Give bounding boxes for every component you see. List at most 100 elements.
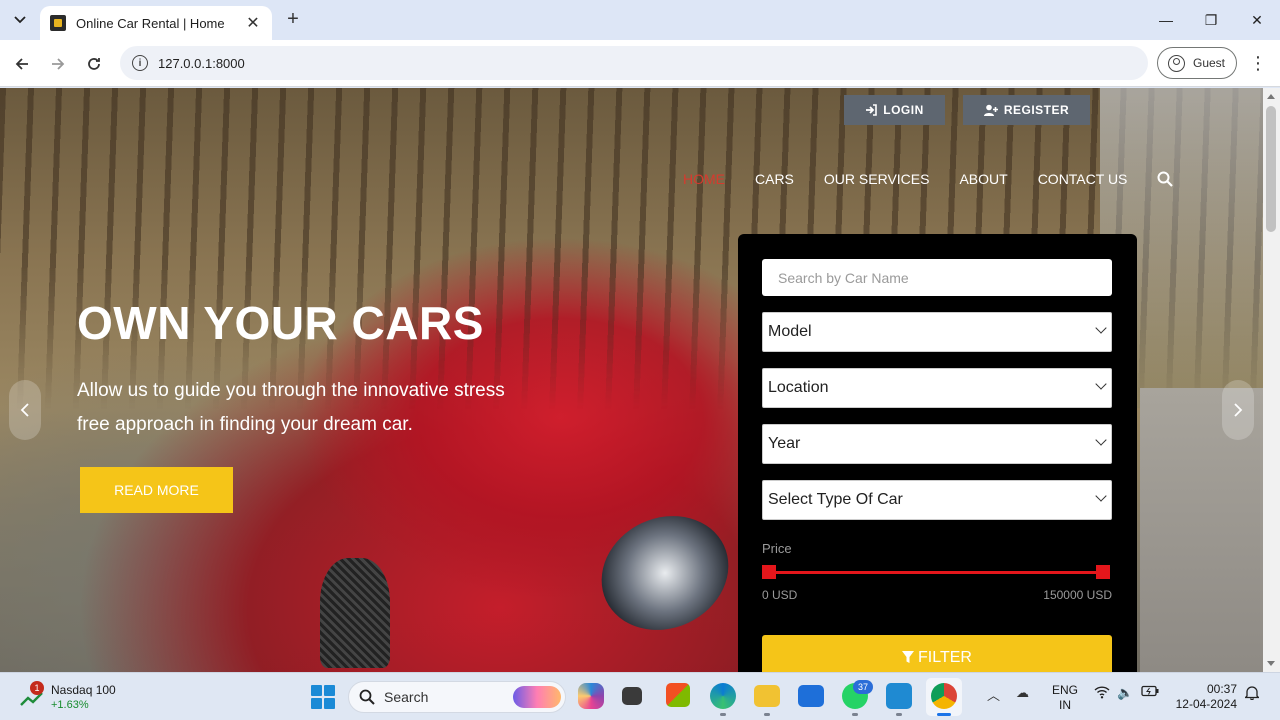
windows-logo-icon [311,685,322,696]
price-max-handle[interactable] [1096,565,1110,579]
vscode-icon[interactable] [886,683,912,709]
language-region: IN [1059,698,1071,712]
location-select-value: Location [768,379,829,396]
chevron-down-icon [1095,434,1107,446]
scroll-up-icon[interactable] [1267,94,1275,99]
price-slider-track[interactable] [769,571,1103,574]
price-max-value: 150000 USD [1043,588,1112,602]
filter-button-label: FILTER [918,648,972,666]
car-grille-image [320,558,390,668]
car-type-select-value: Select Type Of Car [768,491,903,508]
register-button[interactable]: REGISTER [963,95,1090,125]
nav-about[interactable]: ABOUT [959,171,1007,187]
carousel-prev-button[interactable] [9,380,41,440]
location-select[interactable]: Location [762,368,1112,408]
restore-button[interactable]: ❐ [1188,6,1234,34]
running-indicator [720,713,726,716]
start-button[interactable] [311,685,335,709]
arrow-right-icon [52,58,65,70]
volume-icon[interactable]: 🔈 [1117,685,1133,701]
reload-button[interactable] [80,50,108,78]
url-text[interactable]: 127.0.0.1:8000 [158,56,245,71]
copilot-icon[interactable] [578,683,604,709]
taskbar-search[interactable]: Search [348,681,566,713]
price-min-handle[interactable] [762,565,776,579]
new-tab-button[interactable]: + [282,8,304,32]
funnel-icon [902,651,915,663]
register-label: REGISTER [1003,103,1070,117]
language-indicator[interactable]: ENG IN [1052,683,1078,713]
browser-tab[interactable]: Online Car Rental | Home ✕ [40,6,272,40]
model-select[interactable]: Model [762,312,1112,352]
site-info-icon[interactable]: i [132,55,148,71]
year-select[interactable]: Year [762,424,1112,464]
edge-icon[interactable] [710,683,736,709]
search-icon[interactable] [1157,171,1174,187]
sign-in-icon [866,104,878,116]
chevron-right-icon [1234,403,1243,417]
window-close-button[interactable]: ✕ [1234,6,1280,34]
hero-title: OWN YOUR CARS [77,297,484,349]
price-min-value: 0 USD [762,588,798,602]
clock-date: 12-04-2024 [1175,697,1237,711]
taskbar: 1 Nasdaq 100 +1.63% Search 37 ︿ ☁ ENG IN… [0,672,1280,720]
person-icon [1168,54,1185,72]
whatsapp-badge: 37 [853,680,873,694]
folder-icon[interactable] [754,685,780,707]
chevron-down-icon [14,16,26,24]
nav-our-services[interactable]: OUR SERVICES [824,171,930,187]
page-scrollbar[interactable] [1263,88,1280,672]
nav-cars[interactable]: CARS [755,171,794,187]
year-select-value: Year [768,435,801,452]
taskbar-search-label: Search [384,689,429,705]
car-name-search-input[interactable]: Search by Car Name [762,259,1112,296]
more-menu-icon[interactable]: ⋮ [1246,52,1270,76]
tab-search-button[interactable] [8,8,32,32]
running-indicator [852,713,858,716]
model-select-value: Model [768,323,812,340]
tray-overflow-icon[interactable]: ︿ [987,685,1000,704]
profile-button[interactable]: Guest [1157,47,1237,79]
forward-button[interactable] [44,50,72,78]
stock-change: +1.63% [51,699,89,711]
microsoft-store-icon[interactable] [666,683,690,707]
main-nav: HOME CARS OUR SERVICES ABOUT CONTACT US [683,168,1174,190]
chevron-left-icon [20,403,29,417]
stock-widget[interactable]: 1 Nasdaq 100 +1.63% [18,681,128,715]
chrome-icon[interactable] [931,683,957,709]
scroll-down-icon[interactable] [1267,661,1275,666]
chevron-down-icon [1095,490,1107,502]
browser-toolbar: i 127.0.0.1:8000 Guest ⋮ [0,40,1280,87]
read-more-button[interactable]: READ MORE [80,467,233,513]
notification-bell-icon[interactable] [1243,685,1261,703]
minimize-button[interactable]: — [1143,6,1189,34]
battery-icon[interactable] [1141,685,1159,700]
clock-time: 00:37 [1206,682,1237,696]
active-indicator [937,713,951,716]
login-button[interactable]: LOGIN [844,95,945,125]
filter-button[interactable]: FILTER [762,635,1112,672]
tab-title: Online Car Rental | Home [76,15,225,31]
wifi-icon[interactable] [1094,685,1110,702]
onedrive-icon[interactable]: ☁ [1016,685,1029,701]
mail-icon[interactable] [798,685,824,707]
tab-strip: Online Car Rental | Home ✕ + — ❐ ✕ [0,0,1280,40]
nav-contact-us[interactable]: CONTACT US [1038,171,1128,187]
page-viewport: LOGIN REGISTER HOME CARS OUR SERVICES AB… [0,88,1263,672]
car-type-select[interactable]: Select Type Of Car [762,480,1112,520]
tab-close-icon[interactable]: ✕ [244,13,262,33]
search-highlight-image [513,686,561,708]
nav-home[interactable]: HOME [683,171,725,187]
address-bar[interactable]: i 127.0.0.1:8000 [120,46,1148,80]
hero-subtitle: Allow us to guide you through the innova… [77,380,505,435]
running-indicator [896,713,902,716]
site-favicon-icon [50,15,66,31]
scrollbar-thumb[interactable] [1266,106,1276,232]
back-button[interactable] [8,50,36,78]
carousel-next-button[interactable] [1222,380,1254,440]
price-label: Price [762,541,792,556]
language-code: ENG [1052,683,1079,697]
clock[interactable]: 00:37 12-04-2024 [1172,682,1237,712]
file-explorer-icon[interactable] [622,687,642,705]
reload-icon [88,58,100,70]
